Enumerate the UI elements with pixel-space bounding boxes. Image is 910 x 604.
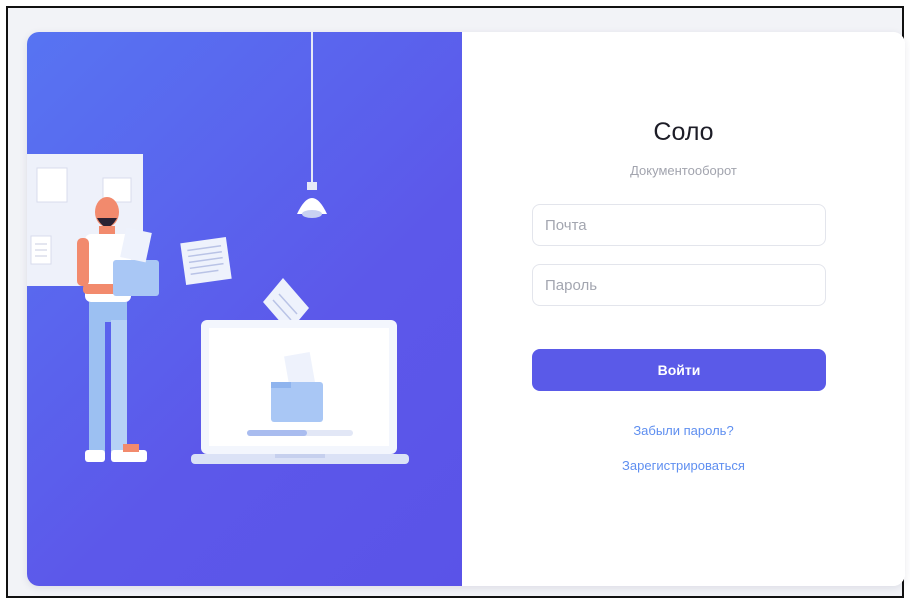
register-link[interactable]: Зарегистрироваться (462, 458, 905, 473)
document-icon (180, 237, 232, 285)
person-illustration (77, 197, 159, 462)
app-title: Соло (653, 118, 714, 146)
login-form-panel: Соло Документооборот Войти Забыли пароль… (462, 32, 905, 586)
password-input[interactable] (532, 264, 826, 306)
hero-illustration (27, 32, 462, 586)
email-input[interactable] (532, 204, 826, 246)
pendant-lamp-icon (297, 32, 327, 218)
login-card: Соло Документооборот Войти Забыли пароль… (27, 32, 905, 586)
illustration-svg (27, 32, 409, 464)
login-button[interactable]: Войти (532, 349, 826, 391)
window-frame: Соло Документооборот Войти Забыли пароль… (6, 6, 905, 598)
forgot-password-link[interactable]: Забыли пароль? (462, 423, 905, 438)
app-subtitle: Документооборот (630, 163, 737, 178)
